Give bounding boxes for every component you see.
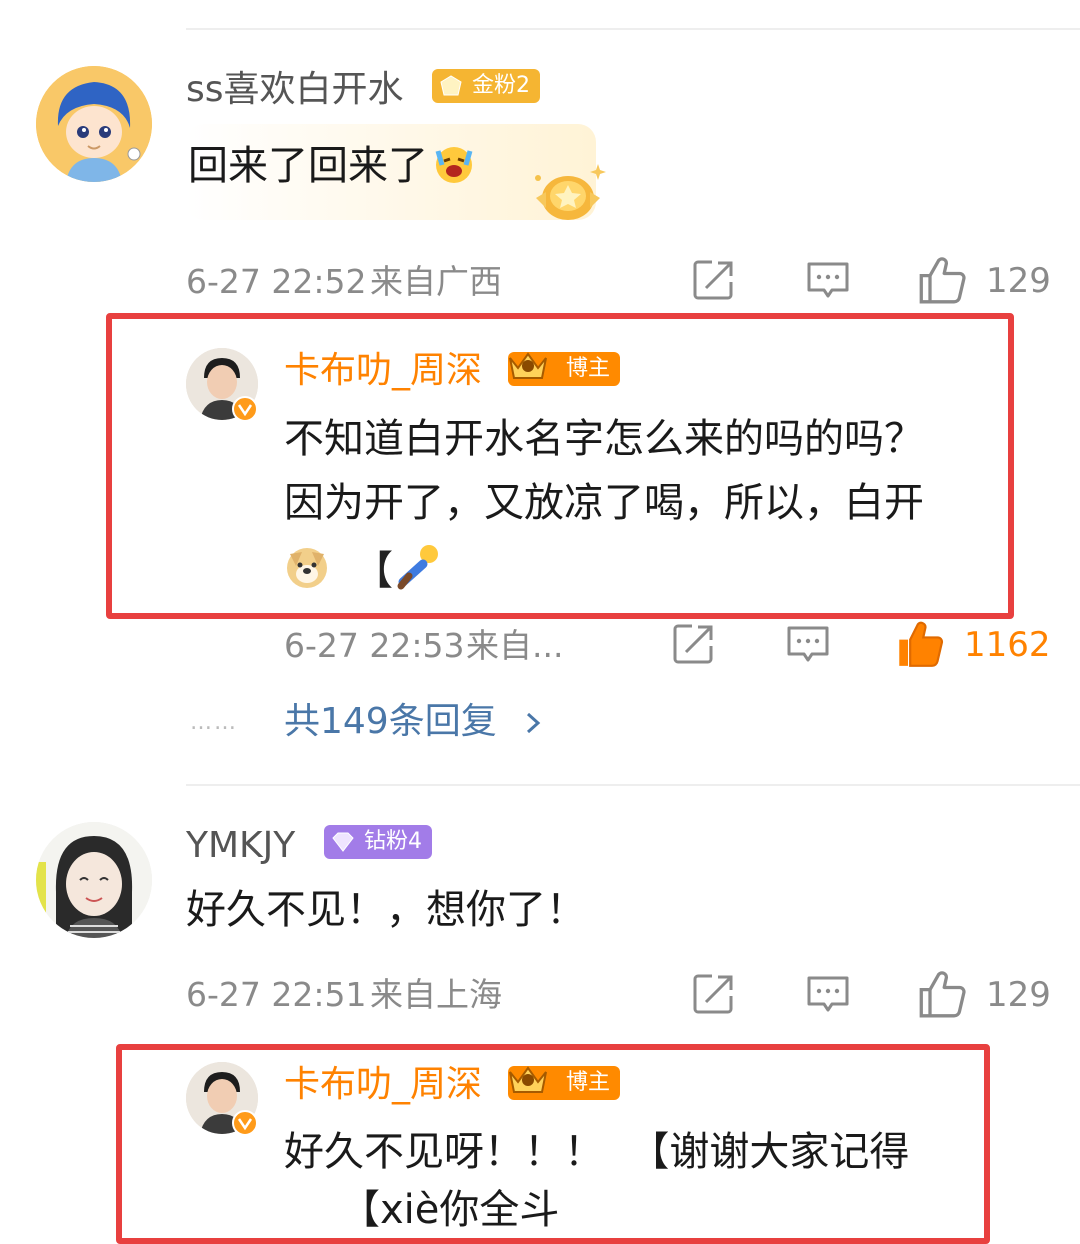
comment-username[interactable]: YMKJY <box>186 828 295 864</box>
like-icon[interactable] <box>918 970 966 1018</box>
reply-text-line1: 好久不见呀！！！ 【谢谢大家记得 <box>284 1129 910 1175</box>
fan-badge-label: 金粉2 <box>472 73 530 98</box>
reply-time: 6-27 22:53 <box>284 626 465 665</box>
gold-fan-icon <box>440 75 462 96</box>
reply-repost-icon[interactable] <box>672 622 716 666</box>
comment-time: 6-27 22:52 <box>186 262 367 301</box>
comment-username[interactable]: ss喜欢白开水 <box>186 72 404 108</box>
author-username[interactable]: 卡布叻_周深 <box>284 1067 482 1103</box>
fan-badge: 金粉2 <box>432 69 540 103</box>
author-username[interactable]: 卡布叻_周深 <box>284 353 482 389</box>
reply-comment-icon[interactable] <box>786 622 830 666</box>
comment-text: 好久不见！，想你了！ <box>186 887 586 933</box>
like-icon[interactable] <box>918 256 966 304</box>
comment-text: 回来了回来了 <box>188 134 478 198</box>
lying-down-emoji-icon <box>397 545 439 590</box>
like-count: 129 <box>986 975 1051 1015</box>
reply-location: 来自... <box>466 626 564 665</box>
verified-icon <box>232 1110 258 1136</box>
fan-badge: 钻粉4 <box>324 825 432 859</box>
drawn-girl-avatar-icon <box>36 822 152 938</box>
fan-badge-label: 钻粉4 <box>364 829 422 854</box>
comment-text-value: 回来了回来了 <box>188 143 428 189</box>
comment-location: 来自上海 <box>370 975 502 1014</box>
reply-text-line2: 【xiè你全斗 <box>340 1187 560 1233</box>
comment-icon[interactable] <box>806 258 850 302</box>
repost-icon[interactable] <box>692 258 736 302</box>
host-badge: 博主 <box>508 1066 621 1100</box>
diamond-icon <box>332 832 354 852</box>
doge-emoji-icon <box>287 548 327 588</box>
verified-icon <box>232 396 258 422</box>
crown-icon <box>509 352 547 379</box>
host-badge: 博主 <box>508 352 621 386</box>
avatar[interactable] <box>36 66 152 182</box>
reply-text-line3: 【 <box>284 538 443 594</box>
medal-decoration-icon <box>535 164 606 220</box>
comment-location: 来自广西 <box>370 262 502 301</box>
host-badge-label: 博主 <box>566 1070 611 1095</box>
reply-text-line2: 因为开了，又放凉了喝，所以，白开 <box>284 480 924 526</box>
like-count: 129 <box>986 261 1051 301</box>
comment-time: 6-27 22:51 <box>186 975 367 1014</box>
host-badge-label: 博主 <box>566 356 611 381</box>
repost-icon[interactable] <box>692 972 736 1016</box>
more-replies-label: 共149条回复 <box>284 701 497 742</box>
top-divider <box>186 28 1080 30</box>
reply-bracket: 【 <box>353 548 394 594</box>
cartoon-boy-avatar-icon <box>36 66 152 182</box>
more-replies-link[interactable]: 共149条回复 <box>284 704 544 740</box>
avatar[interactable] <box>36 822 152 938</box>
comment-icon[interactable] <box>806 972 850 1016</box>
comment-divider <box>186 784 1080 786</box>
more-dots: …… <box>190 710 238 735</box>
reply-text-line1: 不知道白开水名字怎么来的吗的吗？ <box>284 416 924 462</box>
reply-like-count: 1162 <box>964 625 1051 665</box>
reply-like-icon-liked[interactable] <box>896 620 944 668</box>
chevron-right-icon <box>527 712 541 734</box>
crown-icon <box>509 1066 547 1093</box>
laugh-cry-emoji-icon <box>435 147 473 183</box>
